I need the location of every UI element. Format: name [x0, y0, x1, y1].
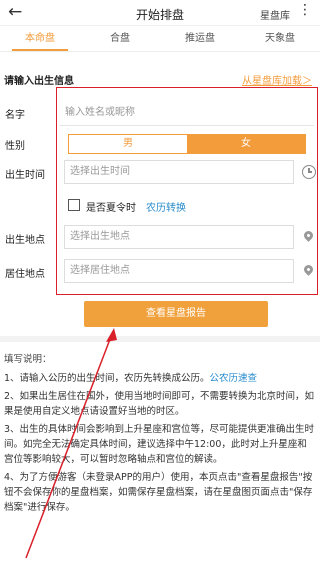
gender-male-button[interactable]: 男 — [69, 135, 187, 153]
birth-place-input[interactable]: 选择出生地点 — [64, 225, 294, 249]
note-1: 1、请输入公历的出生时间，农历先转换成公历。公农历速查 — [4, 373, 258, 384]
more-dots-icon[interactable]: ⋮ — [298, 2, 312, 18]
tab-transit-chart[interactable]: 天象盘 — [240, 28, 320, 51]
residence-label: 居住地点 — [5, 269, 45, 280]
section-title: 请输入出生信息 — [4, 76, 74, 87]
birth-time-label: 出生时间 — [5, 170, 45, 181]
chart-type-tabs: 本命盘 合盘 推运盘 天象盘 — [0, 28, 320, 52]
tab-natal-chart[interactable]: 本命盘 — [0, 28, 80, 51]
dst-label: 是否夏令时 — [86, 203, 136, 214]
name-label: 名字 — [5, 110, 25, 121]
divider — [0, 336, 320, 342]
tab-synastry-chart[interactable]: 合盘 — [80, 28, 160, 51]
name-underline — [60, 125, 314, 126]
instructions: 填写说明： 1、请输入公历的出生时间，农历先转换成公历。公农历速查 2、如果出生… — [4, 352, 316, 518]
lunar-lookup-link[interactable]: 公农历速查 — [210, 373, 258, 384]
name-input[interactable]: 输入姓名或昵称 — [60, 102, 314, 126]
top-bar: ← 开始排盘 星盘库 ⋮ — [0, 0, 320, 26]
birth-place-label: 出生地点 — [5, 235, 45, 246]
dst-checkbox[interactable] — [68, 199, 80, 211]
note-3: 3、出生的具体时间会影响到上升星座和宫位等，尽可能提供更准确出生时间。如完全无法… — [4, 424, 315, 465]
instructions-title: 填写说明： — [4, 354, 52, 365]
star-chart-library-link[interactable]: 星盘库 — [260, 7, 290, 22]
load-from-library-link[interactable]: 从星盘库加载＞ — [242, 72, 312, 87]
gender-toggle: 男 女 — [68, 134, 306, 154]
note-2: 2、如果出生居住在国外，使用当地时间即可，不需要转换为北京时间，如果是使用自定义… — [4, 391, 315, 417]
lunar-convert-link[interactable]: 农历转换 — [146, 199, 186, 214]
clock-icon[interactable] — [302, 165, 316, 179]
residence-input[interactable]: 选择居住地点 — [64, 259, 294, 283]
tab-progression-chart[interactable]: 推运盘 — [160, 28, 240, 51]
birth-time-input[interactable]: 选择出生时间 — [64, 160, 294, 184]
note-4: 4、为了方便游客（未登录APP的用户）使用，本页点击"查看星盘报告"按钮不会保存… — [4, 472, 313, 513]
gender-female-button[interactable]: 女 — [187, 135, 305, 153]
view-chart-report-button[interactable]: 查看星盘报告 — [84, 301, 268, 327]
gender-label: 性别 — [5, 141, 25, 152]
